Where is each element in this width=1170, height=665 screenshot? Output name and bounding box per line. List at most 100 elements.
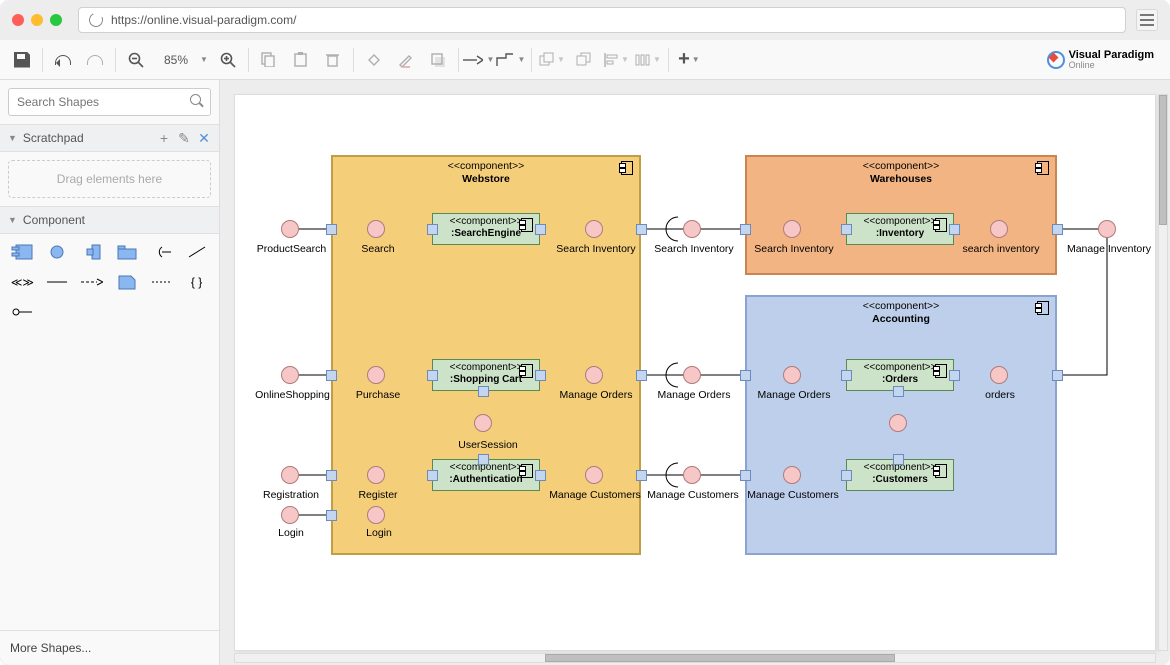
port[interactable] — [326, 370, 337, 381]
interface[interactable] — [585, 466, 603, 484]
scrollbar-thumb[interactable] — [1159, 95, 1167, 225]
connector-style-button[interactable]: ▼ — [463, 44, 495, 76]
port[interactable] — [636, 370, 647, 381]
reload-icon[interactable] — [87, 11, 105, 29]
port[interactable] — [535, 470, 546, 481]
port[interactable] — [535, 224, 546, 235]
interface[interactable] — [281, 506, 299, 524]
interface[interactable] — [683, 366, 701, 384]
shape-depend-icon[interactable] — [80, 272, 104, 292]
stroke-button[interactable] — [390, 44, 422, 76]
port[interactable] — [740, 470, 751, 481]
port[interactable] — [636, 224, 647, 235]
save-button[interactable] — [6, 44, 38, 76]
port[interactable] — [535, 370, 546, 381]
interface[interactable] — [585, 220, 603, 238]
interface[interactable] — [683, 466, 701, 484]
interface[interactable] — [367, 506, 385, 524]
interface[interactable] — [367, 220, 385, 238]
add-button[interactable]: +▼ — [673, 44, 705, 76]
shape-constraint-icon[interactable]: { } — [185, 272, 209, 292]
interface[interactable] — [783, 220, 801, 238]
port[interactable] — [326, 510, 337, 521]
interface[interactable] — [783, 366, 801, 384]
port[interactable] — [478, 454, 489, 465]
undo-button[interactable] — [47, 44, 79, 76]
interface[interactable] — [367, 366, 385, 384]
search-shapes-input[interactable] — [8, 88, 211, 116]
port[interactable] — [740, 370, 751, 381]
port[interactable] — [427, 370, 438, 381]
url-bar[interactable]: https://online.visual-paradigm.com/ — [78, 7, 1126, 33]
component-inventory[interactable]: <<component>>:Inventory — [846, 213, 954, 245]
shape-stereo-icon[interactable]: ≪≫ — [10, 272, 34, 292]
delete-button[interactable] — [317, 44, 349, 76]
canvas[interactable]: <<component>>Webstore <<component>>Wareh… — [220, 80, 1170, 665]
interface[interactable] — [990, 366, 1008, 384]
maximize-window-icon[interactable] — [50, 14, 62, 26]
component-panel-header[interactable]: ▼ Component — [0, 206, 219, 234]
shape-dash-icon[interactable] — [150, 272, 174, 292]
interface[interactable] — [990, 220, 1008, 238]
port[interactable] — [740, 224, 751, 235]
port[interactable] — [949, 370, 960, 381]
shape-port-icon[interactable] — [80, 242, 104, 262]
port[interactable] — [636, 470, 647, 481]
edit-icon[interactable]: ✎ — [177, 131, 191, 145]
search-icon[interactable] — [190, 94, 203, 107]
port[interactable] — [841, 370, 852, 381]
port[interactable] — [841, 470, 852, 481]
port[interactable] — [841, 224, 852, 235]
waypoint-button[interactable]: ▼ — [495, 44, 527, 76]
interface[interactable] — [585, 366, 603, 384]
port[interactable] — [326, 224, 337, 235]
redo-button[interactable] — [79, 44, 111, 76]
fill-button[interactable] — [358, 44, 390, 76]
paste-button[interactable] — [285, 44, 317, 76]
brand[interactable]: Visual Paradigm Online — [1047, 50, 1164, 70]
interface[interactable] — [783, 466, 801, 484]
scratchpad-header[interactable]: ▼ Scratchpad + ✎ ✕ — [0, 124, 219, 152]
shape-lollipop-icon[interactable] — [10, 302, 34, 322]
tofront-button[interactable]: ▼ — [536, 44, 568, 76]
scrollbar-horizontal[interactable] — [234, 653, 1156, 663]
zoom-out-button[interactable] — [120, 44, 152, 76]
port[interactable] — [427, 224, 438, 235]
shape-assoc-icon[interactable] — [45, 272, 69, 292]
zoom-level[interactable]: 85% ▼ — [152, 53, 212, 67]
copy-button[interactable] — [253, 44, 285, 76]
interface[interactable] — [367, 466, 385, 484]
close-window-icon[interactable] — [12, 14, 24, 26]
port[interactable] — [893, 454, 904, 465]
port[interactable] — [893, 386, 904, 397]
interface[interactable] — [889, 414, 907, 432]
interface[interactable] — [1098, 220, 1116, 238]
add-icon[interactable]: + — [157, 131, 171, 145]
interface[interactable] — [683, 220, 701, 238]
port[interactable] — [478, 386, 489, 397]
browser-menu-icon[interactable] — [1136, 9, 1158, 31]
paper[interactable]: <<component>>Webstore <<component>>Wareh… — [234, 94, 1156, 651]
scrollbar-vertical[interactable] — [1158, 94, 1168, 651]
port[interactable] — [949, 224, 960, 235]
more-shapes-button[interactable]: More Shapes... — [0, 630, 219, 665]
scrollbar-thumb[interactable] — [545, 654, 895, 662]
shape-package-icon[interactable] — [115, 242, 139, 262]
close-icon[interactable]: ✕ — [197, 131, 211, 145]
shape-required-icon[interactable] — [150, 242, 174, 262]
shadow-button[interactable] — [422, 44, 454, 76]
interface[interactable] — [281, 466, 299, 484]
shape-line-icon[interactable] — [185, 242, 209, 262]
port[interactable] — [427, 470, 438, 481]
interface[interactable] — [281, 366, 299, 384]
interface[interactable] — [474, 414, 492, 432]
port[interactable] — [326, 470, 337, 481]
component-search-engine[interactable]: <<component>>:SearchEngine — [432, 213, 540, 245]
shape-interface-icon[interactable] — [45, 242, 69, 262]
interface[interactable] — [281, 220, 299, 238]
zoom-in-button[interactable] — [212, 44, 244, 76]
port[interactable] — [1052, 224, 1063, 235]
toback-button[interactable] — [568, 44, 600, 76]
shape-component-icon[interactable] — [10, 242, 34, 262]
shape-note-icon[interactable] — [115, 272, 139, 292]
